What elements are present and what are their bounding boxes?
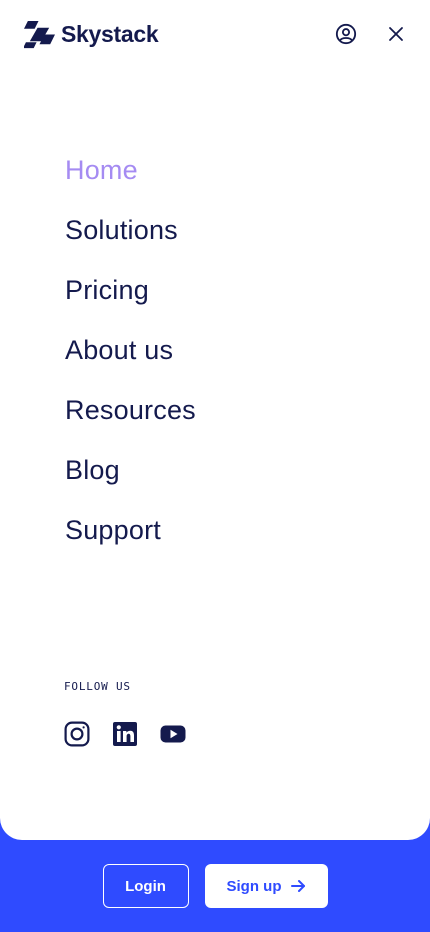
header-actions bbox=[334, 22, 408, 46]
nav-item-pricing: Pricing bbox=[65, 260, 196, 320]
menu-panel: Skystack Home Solutions Pricing About us bbox=[0, 0, 430, 840]
nav-item-blog: Blog bbox=[65, 440, 196, 500]
header: Skystack bbox=[24, 16, 406, 52]
signup-label: Sign up bbox=[226, 877, 282, 895]
close-button[interactable] bbox=[384, 22, 408, 46]
linkedin-link[interactable] bbox=[112, 721, 138, 747]
brand-logo[interactable]: Skystack bbox=[24, 19, 159, 50]
nav-item-about-us: About us bbox=[65, 320, 196, 380]
nav-link-support[interactable]: Support bbox=[65, 515, 161, 546]
login-label: Login bbox=[125, 877, 166, 895]
close-icon bbox=[389, 27, 403, 41]
main-nav: Home Solutions Pricing About us Resource… bbox=[65, 140, 196, 560]
user-circle-icon bbox=[335, 23, 357, 45]
arrow-right-icon bbox=[290, 880, 305, 892]
nav-link-resources[interactable]: Resources bbox=[65, 395, 196, 426]
youtube-icon bbox=[160, 725, 186, 743]
social-links bbox=[64, 721, 186, 747]
nav-link-about-us[interactable]: About us bbox=[65, 335, 173, 366]
brand-name: Skystack bbox=[61, 20, 159, 47]
skystack-logo-icon bbox=[24, 20, 55, 48]
nav-item-resources: Resources bbox=[65, 380, 196, 440]
youtube-link[interactable] bbox=[160, 721, 186, 747]
nav-item-support: Support bbox=[65, 500, 196, 560]
signup-button[interactable]: Sign up bbox=[204, 864, 328, 908]
nav-item-home: Home bbox=[65, 140, 196, 200]
auth-footer: Login Sign up bbox=[0, 840, 430, 932]
account-button[interactable] bbox=[334, 22, 358, 46]
instagram-link[interactable] bbox=[64, 721, 90, 747]
linkedin-icon bbox=[113, 722, 137, 746]
nav-link-blog[interactable]: Blog bbox=[65, 455, 120, 486]
nav-link-pricing[interactable]: Pricing bbox=[65, 275, 149, 306]
nav-link-solutions[interactable]: Solutions bbox=[65, 215, 178, 246]
nav-link-home[interactable]: Home bbox=[65, 155, 138, 186]
follow-section: FOLLOW US bbox=[64, 680, 186, 747]
follow-us-label: FOLLOW US bbox=[64, 680, 131, 693]
login-button[interactable]: Login bbox=[102, 864, 189, 908]
instagram-icon bbox=[64, 721, 90, 747]
nav-item-solutions: Solutions bbox=[65, 200, 196, 260]
